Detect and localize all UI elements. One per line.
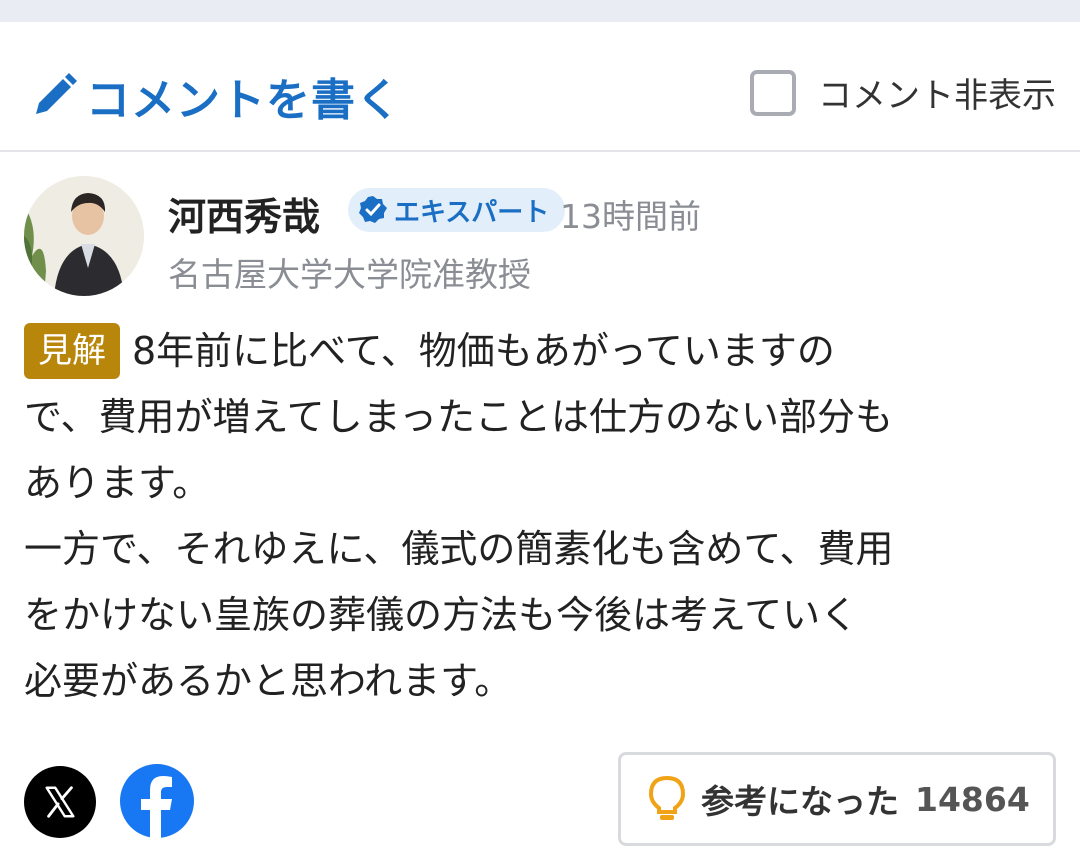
comment-line: 一方で、それゆえに、儀式の簡素化も含めて、費用 [24,527,894,571]
share-facebook-button[interactable] [120,764,194,838]
author-affiliation: 名古屋大学大学院准教授 [168,255,531,294]
top-strip [0,0,1080,22]
expert-badge: エキスパート [348,188,566,232]
helpful-count: 14864 [915,779,1030,819]
lightbulb-icon [648,775,686,820]
write-comment-link[interactable]: コメントを書く [30,64,401,128]
helpful-label: 参考になった [701,782,899,821]
helpful-button[interactable]: 参考になった 14864 [618,752,1056,846]
comment-line: あります。 [24,461,211,505]
avatar[interactable] [24,176,144,296]
author-name[interactable]: 河西秀哉 [168,186,320,241]
x-icon [45,786,75,818]
comment-header: コメントを書く コメント非表示 [0,22,1080,152]
comment-line: で、費用が増えてしまったことは仕方のない部分も [24,395,894,439]
comment-line: 見解 8年前に比べて、物価もあがっていますの [24,318,1064,384]
opinion-tag: 見解 [24,323,120,379]
write-comment-label: コメントを書く [86,75,401,126]
comment-card: 河西秀哉 エキスパート 13時間前 名古屋大学大学院准教授 見解 8年前に比べて、… [0,152,1080,866]
comment-body: 見解 8年前に比べて、物価もあがっていますの で、費用が増えてしまったことは仕方の… [24,318,1064,714]
verified-check-icon [359,196,387,223]
hide-comments-label: コメント非表示 [818,76,1056,116]
comment-timestamp: 13時間前 [560,197,701,236]
hide-comments-toggle[interactable]: コメント非表示 [750,68,1056,117]
comment-line: 必要があるかと思われます。 [24,659,513,703]
comment-line: をかけない皇族の葬儀の方法も今後は考えていく [24,593,859,637]
hide-comments-checkbox[interactable] [750,69,796,116]
pencil-icon [36,73,77,114]
share-x-button[interactable] [24,766,96,838]
comment-line-text: 8年前に比べて、物価もあがっていますの [132,329,835,373]
expert-badge-label: エキスパート [394,197,550,228]
facebook-icon [120,764,194,838]
